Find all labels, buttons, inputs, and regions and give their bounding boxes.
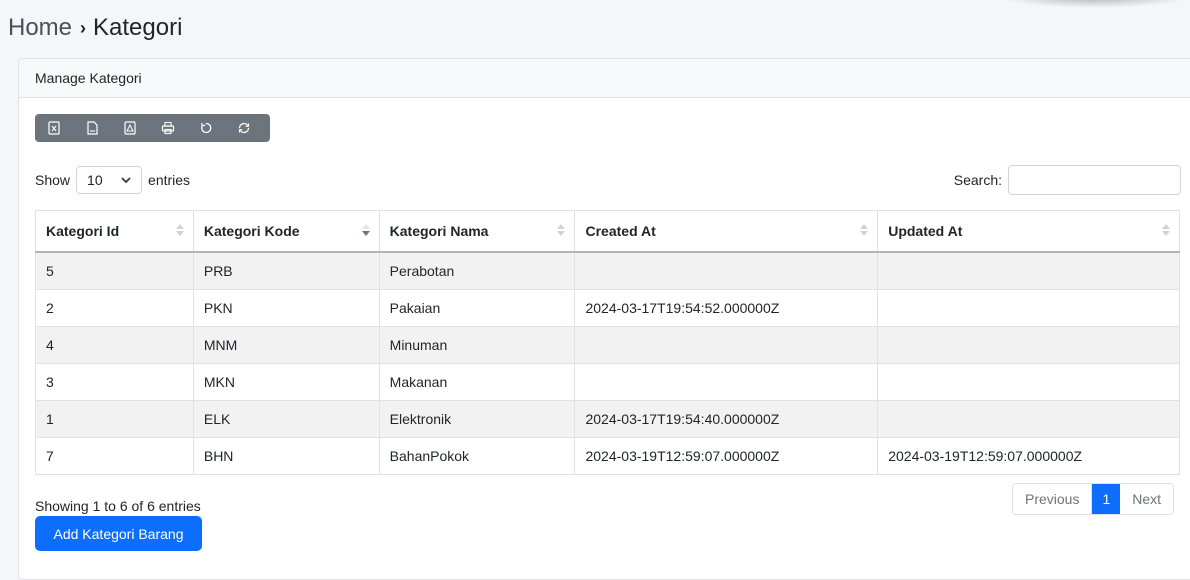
pagination: Previous 1 Next: [1012, 483, 1175, 515]
cell-updated-at: [877, 400, 1180, 438]
cell-kategori-id: 7: [35, 437, 194, 475]
rotate-icon: [200, 122, 212, 134]
cell-kategori-id: 4: [35, 326, 194, 364]
export-excel-button[interactable]: [35, 114, 73, 142]
export-pdf-button[interactable]: [111, 114, 149, 142]
next-page-button[interactable]: Next: [1120, 484, 1174, 514]
column-header-created-at[interactable]: Created At: [574, 210, 879, 253]
cell-kategori-nama: Makanan: [378, 363, 576, 401]
column-header-kategori-id[interactable]: Kategori Id: [35, 210, 194, 253]
cell-kategori-nama: Pakaian: [378, 289, 576, 327]
table-info-text: Showing 1 to 6 of 6 entries: [35, 498, 201, 514]
refresh-icon: [238, 122, 250, 134]
cell-created-at: 2024-03-17T19:54:40.000000Z: [574, 400, 879, 438]
breadcrumb-home-link[interactable]: Home: [8, 14, 72, 42]
cell-updated-at: [877, 251, 1180, 290]
cell-updated-at: 2024-03-19T12:59:07.000000Z: [877, 437, 1180, 475]
cell-kategori-kode: PKN: [192, 289, 380, 327]
table-row[interactable]: 4 MNM Minuman: [35, 326, 1180, 364]
cell-created-at: [574, 251, 879, 290]
reload-button[interactable]: [225, 114, 263, 142]
cell-kategori-id: 2: [35, 289, 194, 327]
cell-created-at: [574, 326, 879, 364]
reset-button[interactable]: [187, 114, 225, 142]
search-label: Search:: [953, 172, 1002, 188]
export-toolbar: [35, 114, 270, 142]
sort-icon: [860, 224, 869, 238]
sort-icon: [175, 224, 184, 238]
excel-file-icon: [48, 121, 60, 135]
table-row[interactable]: 1 ELK Elektronik 2024-03-17T19:54:40.000…: [35, 400, 1180, 438]
cell-created-at: 2024-03-19T12:59:07.000000Z: [574, 437, 879, 475]
cell-kategori-kode: ELK: [192, 400, 380, 438]
search-input[interactable]: [1008, 165, 1181, 195]
search-control: Search:: [954, 165, 1181, 195]
table-row[interactable]: 7 BHN BahanPokok 2024-03-19T12:59:07.000…: [35, 437, 1180, 475]
add-kategori-button[interactable]: Add Kategori Barang: [35, 516, 202, 551]
cell-created-at: [574, 363, 879, 401]
top-shadow-decoration: [1000, 0, 1190, 8]
cell-kategori-id: 3: [35, 363, 194, 401]
column-header-kategori-kode[interactable]: Kategori Kode: [192, 210, 380, 253]
pdf-file-icon: [124, 121, 136, 135]
column-header-updated-at[interactable]: Updated At: [877, 210, 1180, 253]
sort-icon: [1162, 224, 1170, 238]
cell-kategori-kode: MKN: [192, 363, 380, 401]
manage-kategori-card: Manage Kategori Show 10 entries Search:: [18, 58, 1190, 580]
print-button[interactable]: [149, 114, 187, 142]
page-1-button[interactable]: 1: [1092, 484, 1121, 514]
cell-kategori-kode: BHN: [192, 437, 380, 475]
table-row[interactable]: 5 PRB Perabotan: [35, 251, 1180, 290]
cell-kategori-nama: Perabotan: [378, 251, 576, 290]
show-label: Show: [35, 172, 71, 188]
sort-desc-icon: [361, 224, 370, 238]
entries-label: entries: [148, 172, 191, 188]
csv-file-icon: [87, 121, 98, 135]
cell-kategori-nama: BahanPokok: [378, 437, 576, 475]
column-header-kategori-nama[interactable]: Kategori Nama: [378, 210, 576, 253]
printer-icon: [161, 121, 175, 135]
table-row[interactable]: 3 MKN Makanan: [35, 363, 1180, 401]
cell-kategori-kode: PRB: [192, 251, 380, 290]
breadcrumb-separator-icon: ›: [80, 17, 87, 38]
card-title: Manage Kategori: [19, 59, 1190, 98]
cell-updated-at: [877, 289, 1180, 327]
cell-kategori-nama: Minuman: [378, 326, 576, 364]
cell-updated-at: [877, 363, 1180, 401]
cell-updated-at: [877, 326, 1180, 364]
previous-page-button[interactable]: Previous: [1013, 484, 1093, 514]
kategori-table: Kategori Id Kategori Kode Kategori Nama …: [35, 210, 1180, 475]
cell-kategori-kode: MNM: [192, 326, 380, 364]
entries-select-value: 10: [87, 172, 103, 188]
table-row[interactable]: 2 PKN Pakaian 2024-03-17T19:54:52.000000…: [35, 289, 1180, 327]
table-header-row: Kategori Id Kategori Kode Kategori Nama …: [35, 210, 1180, 253]
entries-length-control: Show 10 entries: [35, 166, 190, 194]
cell-kategori-id: 5: [35, 251, 194, 290]
cell-kategori-id: 1: [35, 400, 194, 438]
cell-created-at: 2024-03-17T19:54:52.000000Z: [574, 289, 879, 327]
breadcrumb-current: Kategori: [93, 14, 183, 41]
breadcrumb: Home › Kategori: [8, 14, 182, 42]
sort-icon: [557, 224, 566, 238]
chevron-down-icon: [121, 176, 131, 183]
entries-select[interactable]: 10: [76, 166, 143, 194]
cell-kategori-nama: Elektronik: [378, 400, 576, 438]
export-csv-button[interactable]: [73, 114, 111, 142]
